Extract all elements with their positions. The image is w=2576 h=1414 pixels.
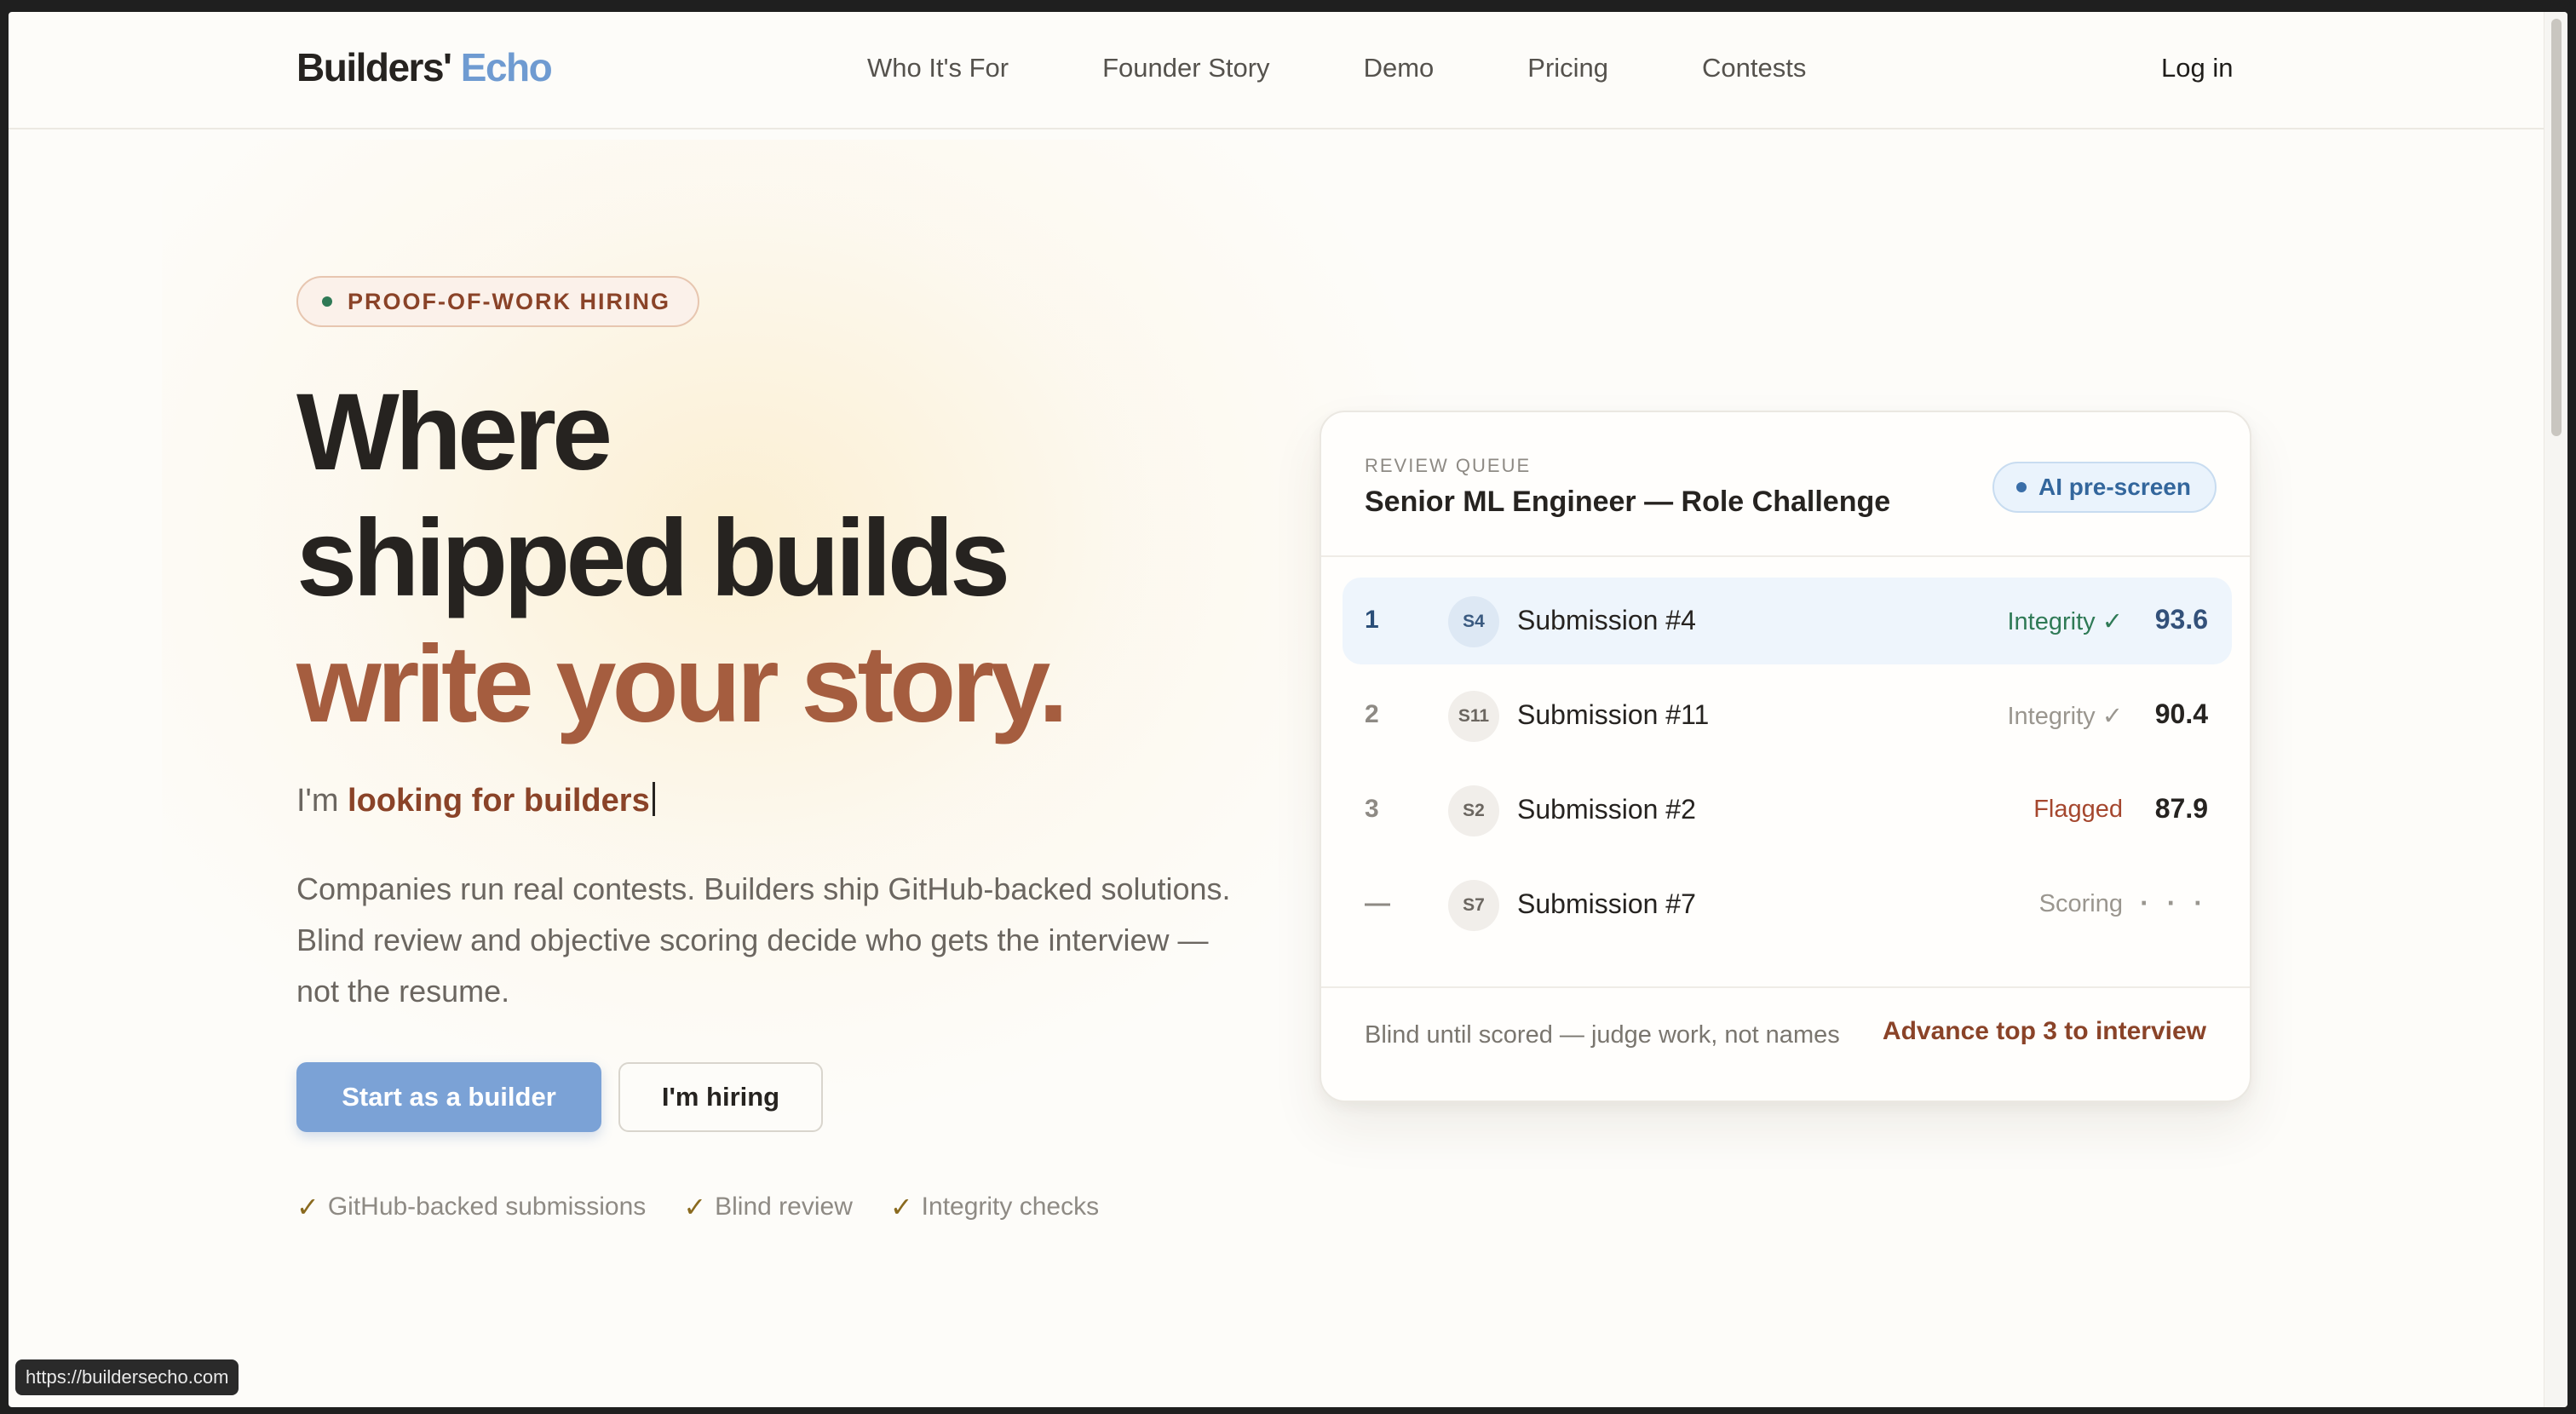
status-dot-icon	[322, 296, 332, 307]
submission-name: Submission #11	[1517, 699, 1710, 730]
im-hiring-button[interactable]: I'm hiring	[618, 1062, 823, 1132]
login-link[interactable]: Log in	[2161, 53, 2233, 83]
submission-score: 90.4	[2154, 698, 2208, 729]
submission-score: 93.6	[2154, 604, 2208, 635]
check-label: GitHub-backed submissions	[327, 1193, 647, 1221]
ai-prescreen-badge: AI pre-screen	[1992, 462, 2217, 513]
feature-checklist: ✓ GitHub-backed submissions ✓ Blind revi…	[296, 1191, 1136, 1223]
nav-link-contests[interactable]: Contests	[1702, 53, 1806, 83]
submission-list: 1 S4 Submission #4 Integrity ✓ 93.6 2 S1…	[1343, 578, 2232, 956]
typed-value: looking for builders	[348, 783, 650, 819]
review-queue-card: REVIEW QUEUE Senior ML Engineer — Role C…	[1320, 411, 2251, 1102]
check-label: Blind review	[715, 1193, 853, 1221]
card-kicker: REVIEW QUEUE	[1365, 455, 1532, 476]
status-dot-icon	[2016, 482, 2027, 492]
nav-link-founder-story[interactable]: Founder Story	[1102, 53, 1269, 83]
check-item: ✓ Integrity checks	[890, 1191, 1099, 1223]
browser-viewport: Builders' Echo Who It's For Founder Stor…	[9, 12, 2567, 1407]
link-hover-status: https://buildersecho.com	[15, 1359, 239, 1395]
pending-score: · · ·	[2140, 888, 2208, 918]
scoring-status: Scoring	[2038, 890, 2123, 917]
footer-note: Blind until scored — judge work, not nam…	[1365, 1021, 1840, 1049]
checkmark-icon: ✓	[683, 1192, 707, 1222]
pill-label: PROOF-OF-WORK HIRING	[348, 288, 670, 314]
nav-link-who-its-for[interactable]: Who It's For	[867, 53, 1009, 83]
submission-name: Submission #2	[1517, 794, 1696, 825]
avatar: S2	[1448, 785, 1499, 836]
start-as-builder-button[interactable]: Start as a builder	[296, 1062, 601, 1132]
headline-line-2: shipped builds	[296, 497, 1010, 619]
nav-link-pricing[interactable]: Pricing	[1527, 53, 1608, 83]
check-item: ✓ Blind review	[683, 1191, 853, 1223]
avatar: S7	[1448, 880, 1499, 931]
row-rank: —	[1365, 889, 1390, 917]
typed-prefix: I'm	[296, 783, 339, 819]
hero-pill-badge: PROOF-OF-WORK HIRING	[296, 276, 699, 327]
submission-score: 87.9	[2154, 793, 2208, 824]
headline-line-3: write your story.	[296, 624, 1068, 745]
submission-name: Submission #4	[1517, 605, 1696, 635]
nav-links: Who It's For Founder Story Demo Pricing …	[867, 53, 1900, 83]
page-scrollbar[interactable]	[2544, 12, 2567, 1407]
avatar: S11	[1448, 691, 1499, 742]
headline-line-1: Where	[296, 371, 612, 493]
checkmark-icon: ✓	[889, 1192, 913, 1222]
submission-row[interactable]: — S7 Submission #7 Scoring · · ·	[1343, 861, 2232, 948]
typed-tagline: I'm looking for builders	[296, 782, 655, 819]
row-rank: 3	[1365, 795, 1379, 823]
advance-top-3-link[interactable]: Advance top 3 to interview	[1883, 1017, 2206, 1046]
typing-caret	[652, 782, 655, 816]
integrity-status: Integrity ✓	[2007, 608, 2123, 635]
check-item: ✓ GitHub-backed submissions	[296, 1191, 646, 1223]
integrity-status: Integrity ✓	[2007, 703, 2123, 730]
row-rank: 2	[1365, 700, 1379, 728]
submission-row[interactable]: 1 S4 Submission #4 Integrity ✓ 93.6	[1343, 578, 2232, 664]
card-title: Senior ML Engineer — Role Challenge	[1365, 486, 1891, 518]
hero-description: Companies run real contests. Builders sh…	[296, 871, 1231, 1009]
brand-logo[interactable]: Builders' Echo	[296, 44, 553, 90]
avatar: S4	[1448, 596, 1499, 647]
flagged-status: Flagged	[2033, 796, 2123, 823]
checkmark-icon: ✓	[296, 1192, 319, 1222]
card-footer: Blind until scored — judge work, not nam…	[1321, 986, 2250, 1102]
hero-headline: Where shipped builds write your story.	[296, 370, 1068, 748]
submission-row[interactable]: 2 S11 Submission #11 Integrity ✓ 90.4	[1343, 672, 2232, 759]
top-navigation: Builders' Echo Who It's For Founder Stor…	[9, 12, 2544, 129]
submission-row[interactable]: 3 S2 Submission #2 Flagged 87.9	[1343, 767, 2232, 854]
row-rank: 1	[1365, 606, 1379, 634]
card-header: REVIEW QUEUE Senior ML Engineer — Role C…	[1321, 412, 2250, 557]
submission-name: Submission #7	[1517, 888, 1696, 919]
logo-main-text: Builders'	[296, 45, 452, 89]
check-label: Integrity checks	[921, 1193, 1100, 1221]
logo-accent-text: Echo	[460, 45, 553, 89]
ai-badge-label: AI pre-screen	[2038, 474, 2191, 500]
scrollbar-thumb[interactable]	[2551, 19, 2562, 436]
nav-link-demo[interactable]: Demo	[1364, 53, 1435, 83]
